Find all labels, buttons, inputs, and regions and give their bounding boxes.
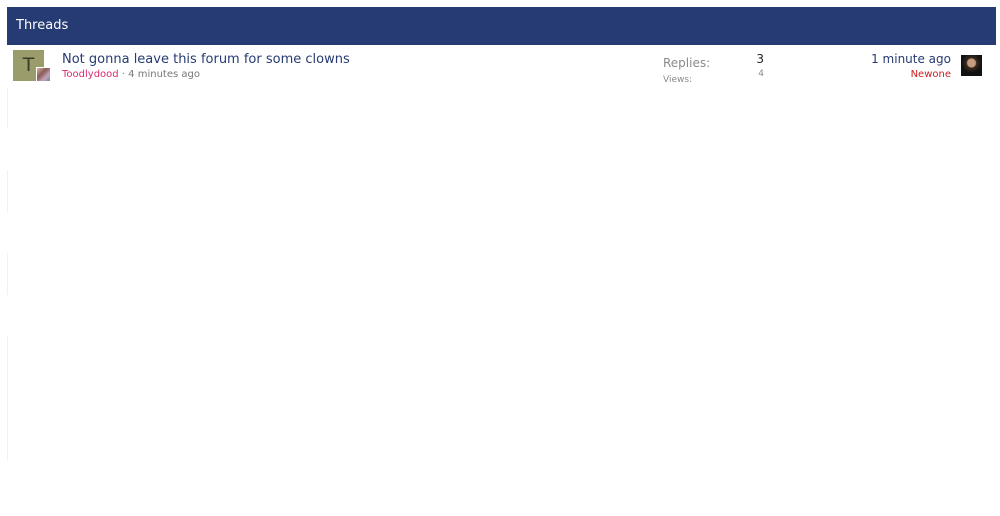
thread-author-link[interactable]: Toodlydood	[62, 69, 119, 80]
thread-stats: Replies: 3 Views: 4	[663, 52, 773, 85]
threads-block: Threads T Not gonna leave this forum for…	[7, 7, 996, 516]
thread-main: Not gonna leave this forum for some clow…	[62, 51, 622, 82]
replies-stat: Replies: 3	[663, 52, 773, 70]
block-header: Threads	[7, 7, 996, 45]
thread-start-date[interactable]: 4 minutes ago	[128, 69, 200, 80]
participant-avatar[interactable]	[36, 67, 51, 82]
views-label: Views:	[663, 75, 693, 85]
divider	[7, 170, 8, 212]
block-title: Threads	[16, 18, 69, 33]
last-poster-link[interactable]: Newone	[871, 68, 951, 82]
thread-row: T Not gonna leave this forum for some cl…	[7, 45, 996, 89]
replies-count: 3	[756, 52, 764, 66]
last-post-time-link[interactable]: 1 minute ago	[871, 51, 951, 68]
last-post-info: 1 minute ago Newone	[871, 51, 951, 82]
last-poster-avatar[interactable]	[961, 55, 982, 76]
thread-avatar-group: T	[13, 50, 53, 83]
meta-separator: ·	[118, 69, 129, 80]
views-stat: Views: 4	[663, 67, 773, 85]
views-count: 4	[758, 69, 764, 79]
thread-title-link[interactable]: Not gonna leave this forum for some clow…	[62, 51, 622, 68]
thread-meta: Toodlydood · 4 minutes ago	[62, 68, 622, 82]
divider	[7, 253, 8, 295]
divider	[7, 88, 8, 128]
divider	[7, 336, 8, 461]
